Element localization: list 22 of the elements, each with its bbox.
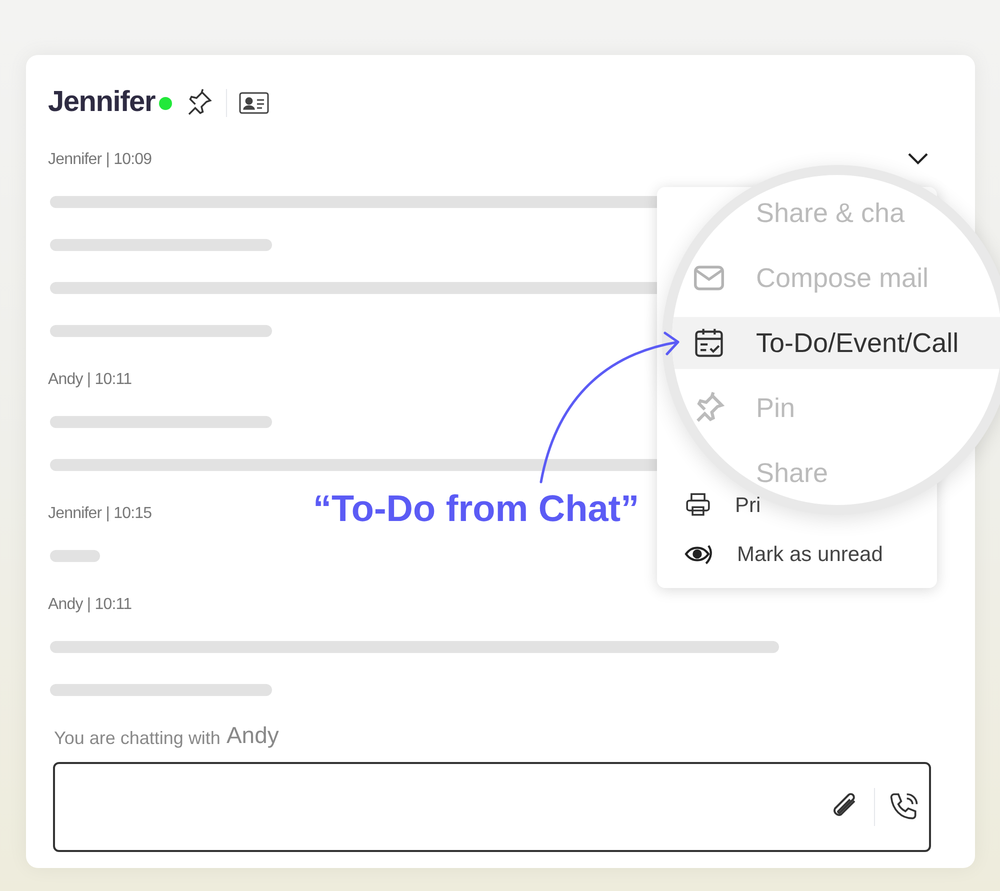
contact-name: Jennifer (48, 85, 156, 120)
magnified-menu-item[interactable]: Pin (672, 391, 796, 425)
contact-card-icon[interactable] (239, 91, 270, 115)
magnified-menu-item[interactable]: Share (672, 456, 828, 490)
chatting-with-name: Andy (226, 724, 279, 747)
chevron-down-icon[interactable] (906, 151, 930, 167)
message-author-time: Jennifer | 10:09 (48, 150, 152, 170)
chatting-with-label: You are chatting with (54, 729, 220, 747)
annotation-label: “To-Do from Chat” (313, 487, 640, 531)
message-author-time: Jennifer | 10:15 (48, 504, 152, 524)
message-author-time: Andy | 10:11 (48, 595, 132, 615)
calendar-check-icon (692, 326, 726, 360)
magnified-menu-item[interactable]: Share & cha (672, 196, 905, 230)
message-author-time: Andy | 10:11 (48, 370, 132, 390)
printer-icon (683, 493, 713, 517)
menu-item[interactable]: Mark as unread (683, 541, 883, 567)
menu-item[interactable]: Pri (683, 492, 761, 518)
magnified-menu-item[interactable]: To-Do/Event/Call (672, 317, 1000, 369)
mail-icon (692, 263, 726, 293)
message-placeholder-bar (50, 550, 100, 562)
message-input[interactable] (53, 762, 931, 852)
magnified-menu-item[interactable]: Compose mail (672, 261, 929, 295)
